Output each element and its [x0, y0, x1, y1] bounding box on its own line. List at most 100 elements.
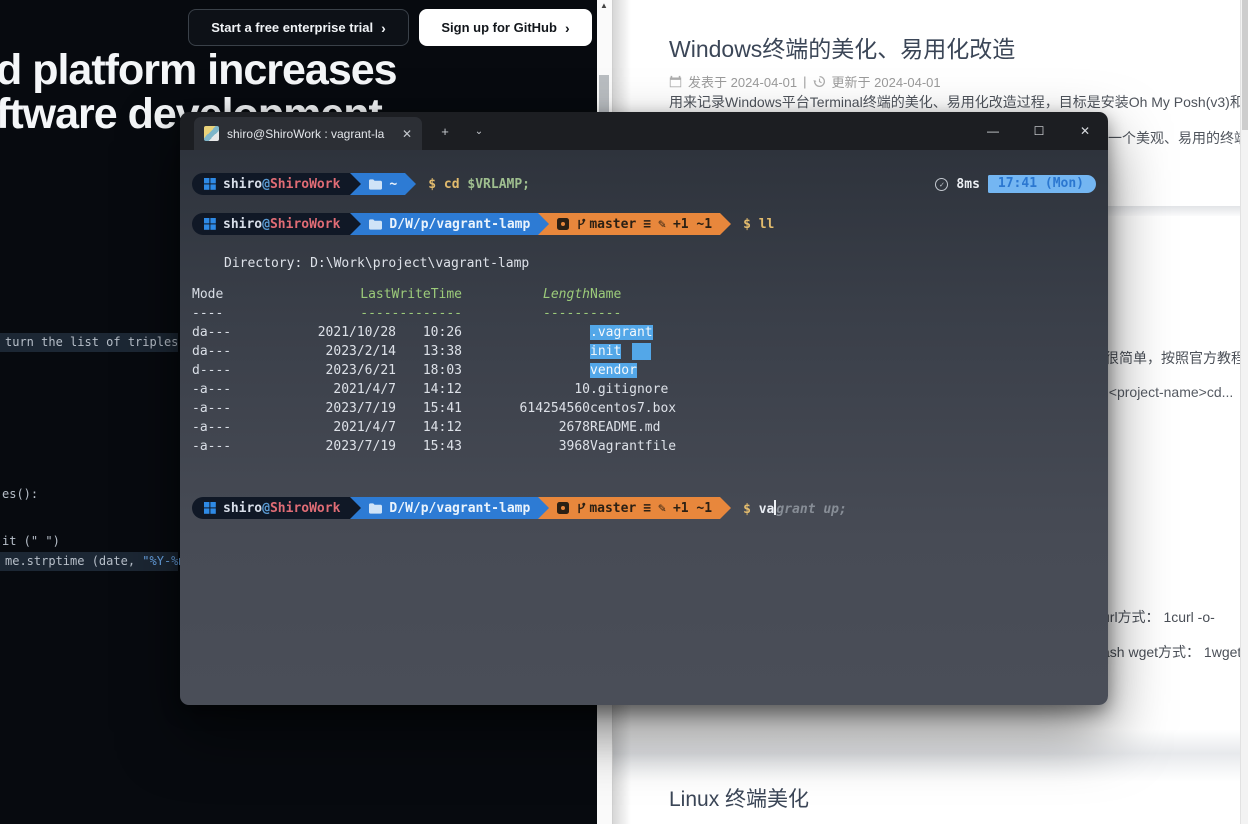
git-branch-icon	[576, 502, 586, 515]
file-name: Vagrantfile	[590, 439, 676, 454]
listing-dash-row: ---- ------------- ------ ----	[192, 304, 676, 323]
edit-icon: ✎	[658, 217, 666, 232]
command-2: $ ll	[743, 217, 774, 232]
table-row: da--- 2023/2/14 13:38 init	[192, 342, 676, 361]
code-fragment: turn the list of triples (dat	[0, 333, 178, 352]
post-paragraph-line2: 一个美观、易用的终端。	[1108, 128, 1248, 148]
prompt-path-segment: ~	[361, 173, 405, 195]
git-sync-symbol: ≡	[643, 217, 651, 232]
segment-arrow	[405, 173, 416, 195]
terminal-tab[interactable]: shiro@ShiroWork : vagrant-la ✕	[194, 117, 422, 150]
file-name: README.md	[590, 420, 660, 435]
clock-badge: 17:41 (Mon)	[988, 175, 1096, 193]
prompt-path-segment: D/W/p/vagrant-lamp	[361, 497, 538, 519]
signup-label: Sign up for GitHub	[441, 20, 557, 35]
prompt-line-2: shiro@ShiroWork D/W/p/vagrant-lamp maste…	[192, 212, 1096, 236]
segment-arrow	[350, 213, 361, 235]
tab-icon	[204, 126, 219, 141]
post-meta: 发表于 2024-04-01 | 更新于 2024-04-01	[669, 72, 941, 91]
autosuggestion-text: grant up;	[776, 502, 846, 517]
window-controls: — ☐ ✕	[970, 112, 1108, 150]
card-gap	[613, 730, 1248, 782]
file-name: init	[590, 344, 621, 359]
tab-dropdown-button[interactable]: ⌄	[462, 112, 496, 150]
minimize-button[interactable]: —	[970, 112, 1016, 150]
segment-arrow	[350, 497, 361, 519]
folder-icon	[369, 179, 382, 190]
windows-logo-icon	[204, 178, 216, 190]
chevron-right-icon: ›	[565, 20, 570, 36]
terminal-content[interactable]: shiro@ShiroWork ~ $ cd $VRLAMP; ✓ 8ms 17…	[180, 150, 1108, 705]
git-icon	[557, 218, 569, 230]
tab-close-icon[interactable]: ✕	[400, 127, 414, 141]
git-icon	[557, 502, 569, 514]
chevron-right-icon: ›	[381, 20, 386, 36]
start-trial-label: Start a free enterprise trial	[211, 20, 373, 35]
prompt-line-3: shiro@ShiroWork D/W/p/vagrant-lamp maste…	[192, 496, 1096, 520]
maximize-button[interactable]: ☐	[1016, 112, 1062, 150]
file-name: .vagrant	[590, 325, 653, 340]
table-row: -a--- 2023/7/19 15:41 614254560 centos7.…	[192, 399, 676, 418]
post-title: Windows终端的美化、易用化改造	[669, 30, 1015, 64]
segment-arrow	[350, 173, 361, 195]
command-duration: 8ms	[956, 177, 979, 192]
git-change-counts: +1 ~1	[673, 501, 712, 516]
folder-icon	[369, 219, 382, 230]
table-row: -a--- 2023/7/19 15:43 3968 Vagrantfile	[192, 437, 676, 456]
new-tab-button[interactable]: +	[428, 112, 462, 150]
prompt-user-segment: shiro@ShiroWork	[192, 173, 350, 195]
check-circle-icon: ✓	[935, 178, 948, 191]
prompt-git-segment: master ≡ ✎ +1 ~1	[549, 213, 720, 235]
updated-date: 更新于 2024-04-01	[832, 72, 941, 91]
git-branch-icon	[576, 218, 586, 231]
file-listing: Mode LastWriteTime Length Name ---- ----…	[192, 285, 676, 456]
post-text-fragment: ash wget方式： 1wget	[1102, 642, 1241, 662]
code-fragment: es():	[2, 487, 38, 501]
edit-icon: ✎	[658, 501, 666, 516]
calendar-icon	[669, 75, 682, 88]
selection-block	[632, 343, 651, 360]
published-date: 发表于 2024-04-01	[688, 72, 797, 91]
listing-body: Mode LastWriteTime Length Name ---- ----…	[192, 285, 676, 456]
post-text-fragment: url方式： 1curl -o-	[1102, 607, 1215, 627]
git-branch-name: master	[589, 501, 636, 516]
file-name: vendor	[590, 363, 637, 378]
git-branch-name: master	[589, 217, 636, 232]
windows-logo-icon	[204, 502, 216, 514]
file-name: .gitignore	[590, 382, 668, 397]
meta-separator: |	[803, 74, 806, 89]
prompt-user-segment: shiro@ShiroWork	[192, 213, 350, 235]
table-row: da--- 2021/10/28 10:26 .vagrant	[192, 323, 676, 342]
scrollbar-thumb[interactable]	[1242, 0, 1248, 130]
section-title-linux: Linux 终端美化	[669, 783, 809, 813]
prompt-git-segment: master ≡ ✎ +1 ~1	[549, 497, 720, 519]
command-input[interactable]: $ vagrant up;	[743, 500, 847, 517]
history-clock-icon	[813, 75, 826, 88]
post-paragraph-line1: 用来记录Windows平台Terminal终端的美化、易用化改造过程，目标是安装…	[669, 92, 1244, 112]
git-change-counts: +1 ~1	[673, 217, 712, 232]
segment-arrow	[720, 497, 731, 519]
code-fragment: it (" ")	[2, 534, 60, 548]
directory-line: Directory: D:\Work\project\vagrant-lamp	[224, 256, 1096, 271]
scroll-up-icon[interactable]: ▲	[600, 1, 608, 10]
file-name: centos7.box	[590, 401, 676, 416]
signup-github-button[interactable]: Sign up for GitHub ›	[419, 9, 592, 46]
typed-text: va	[759, 502, 775, 517]
start-trial-button[interactable]: Start a free enterprise trial ›	[188, 9, 409, 46]
command-1: $ cd $VRLAMP;	[428, 177, 530, 192]
listing-header-row: Mode LastWriteTime Length Name	[192, 285, 676, 304]
post-text-fragment: t <project-name>cd...	[1101, 384, 1233, 400]
prompt-right-status: ✓ 8ms 17:41 (Mon)	[935, 175, 1096, 193]
windows-logo-icon	[204, 218, 216, 230]
right-window-scrollbar[interactable]	[1240, 0, 1248, 824]
table-row: d---- 2023/6/21 18:03 vendor	[192, 361, 676, 380]
scrollbar-thumb[interactable]	[599, 75, 609, 112]
prompt-user-segment: shiro@ShiroWork	[192, 497, 350, 519]
git-sync-symbol: ≡	[643, 501, 651, 516]
terminal-titlebar[interactable]: shiro@ShiroWork : vagrant-la ✕ + ⌄ — ☐ ✕	[180, 112, 1108, 150]
post-text-fragment: 很简单，按照官方教程	[1105, 348, 1245, 368]
table-row: -a--- 2021/4/7 14:12 10 .gitignore	[192, 380, 676, 399]
folder-icon	[369, 503, 382, 514]
prompt-path-segment: D/W/p/vagrant-lamp	[361, 213, 538, 235]
close-button[interactable]: ✕	[1062, 112, 1108, 150]
